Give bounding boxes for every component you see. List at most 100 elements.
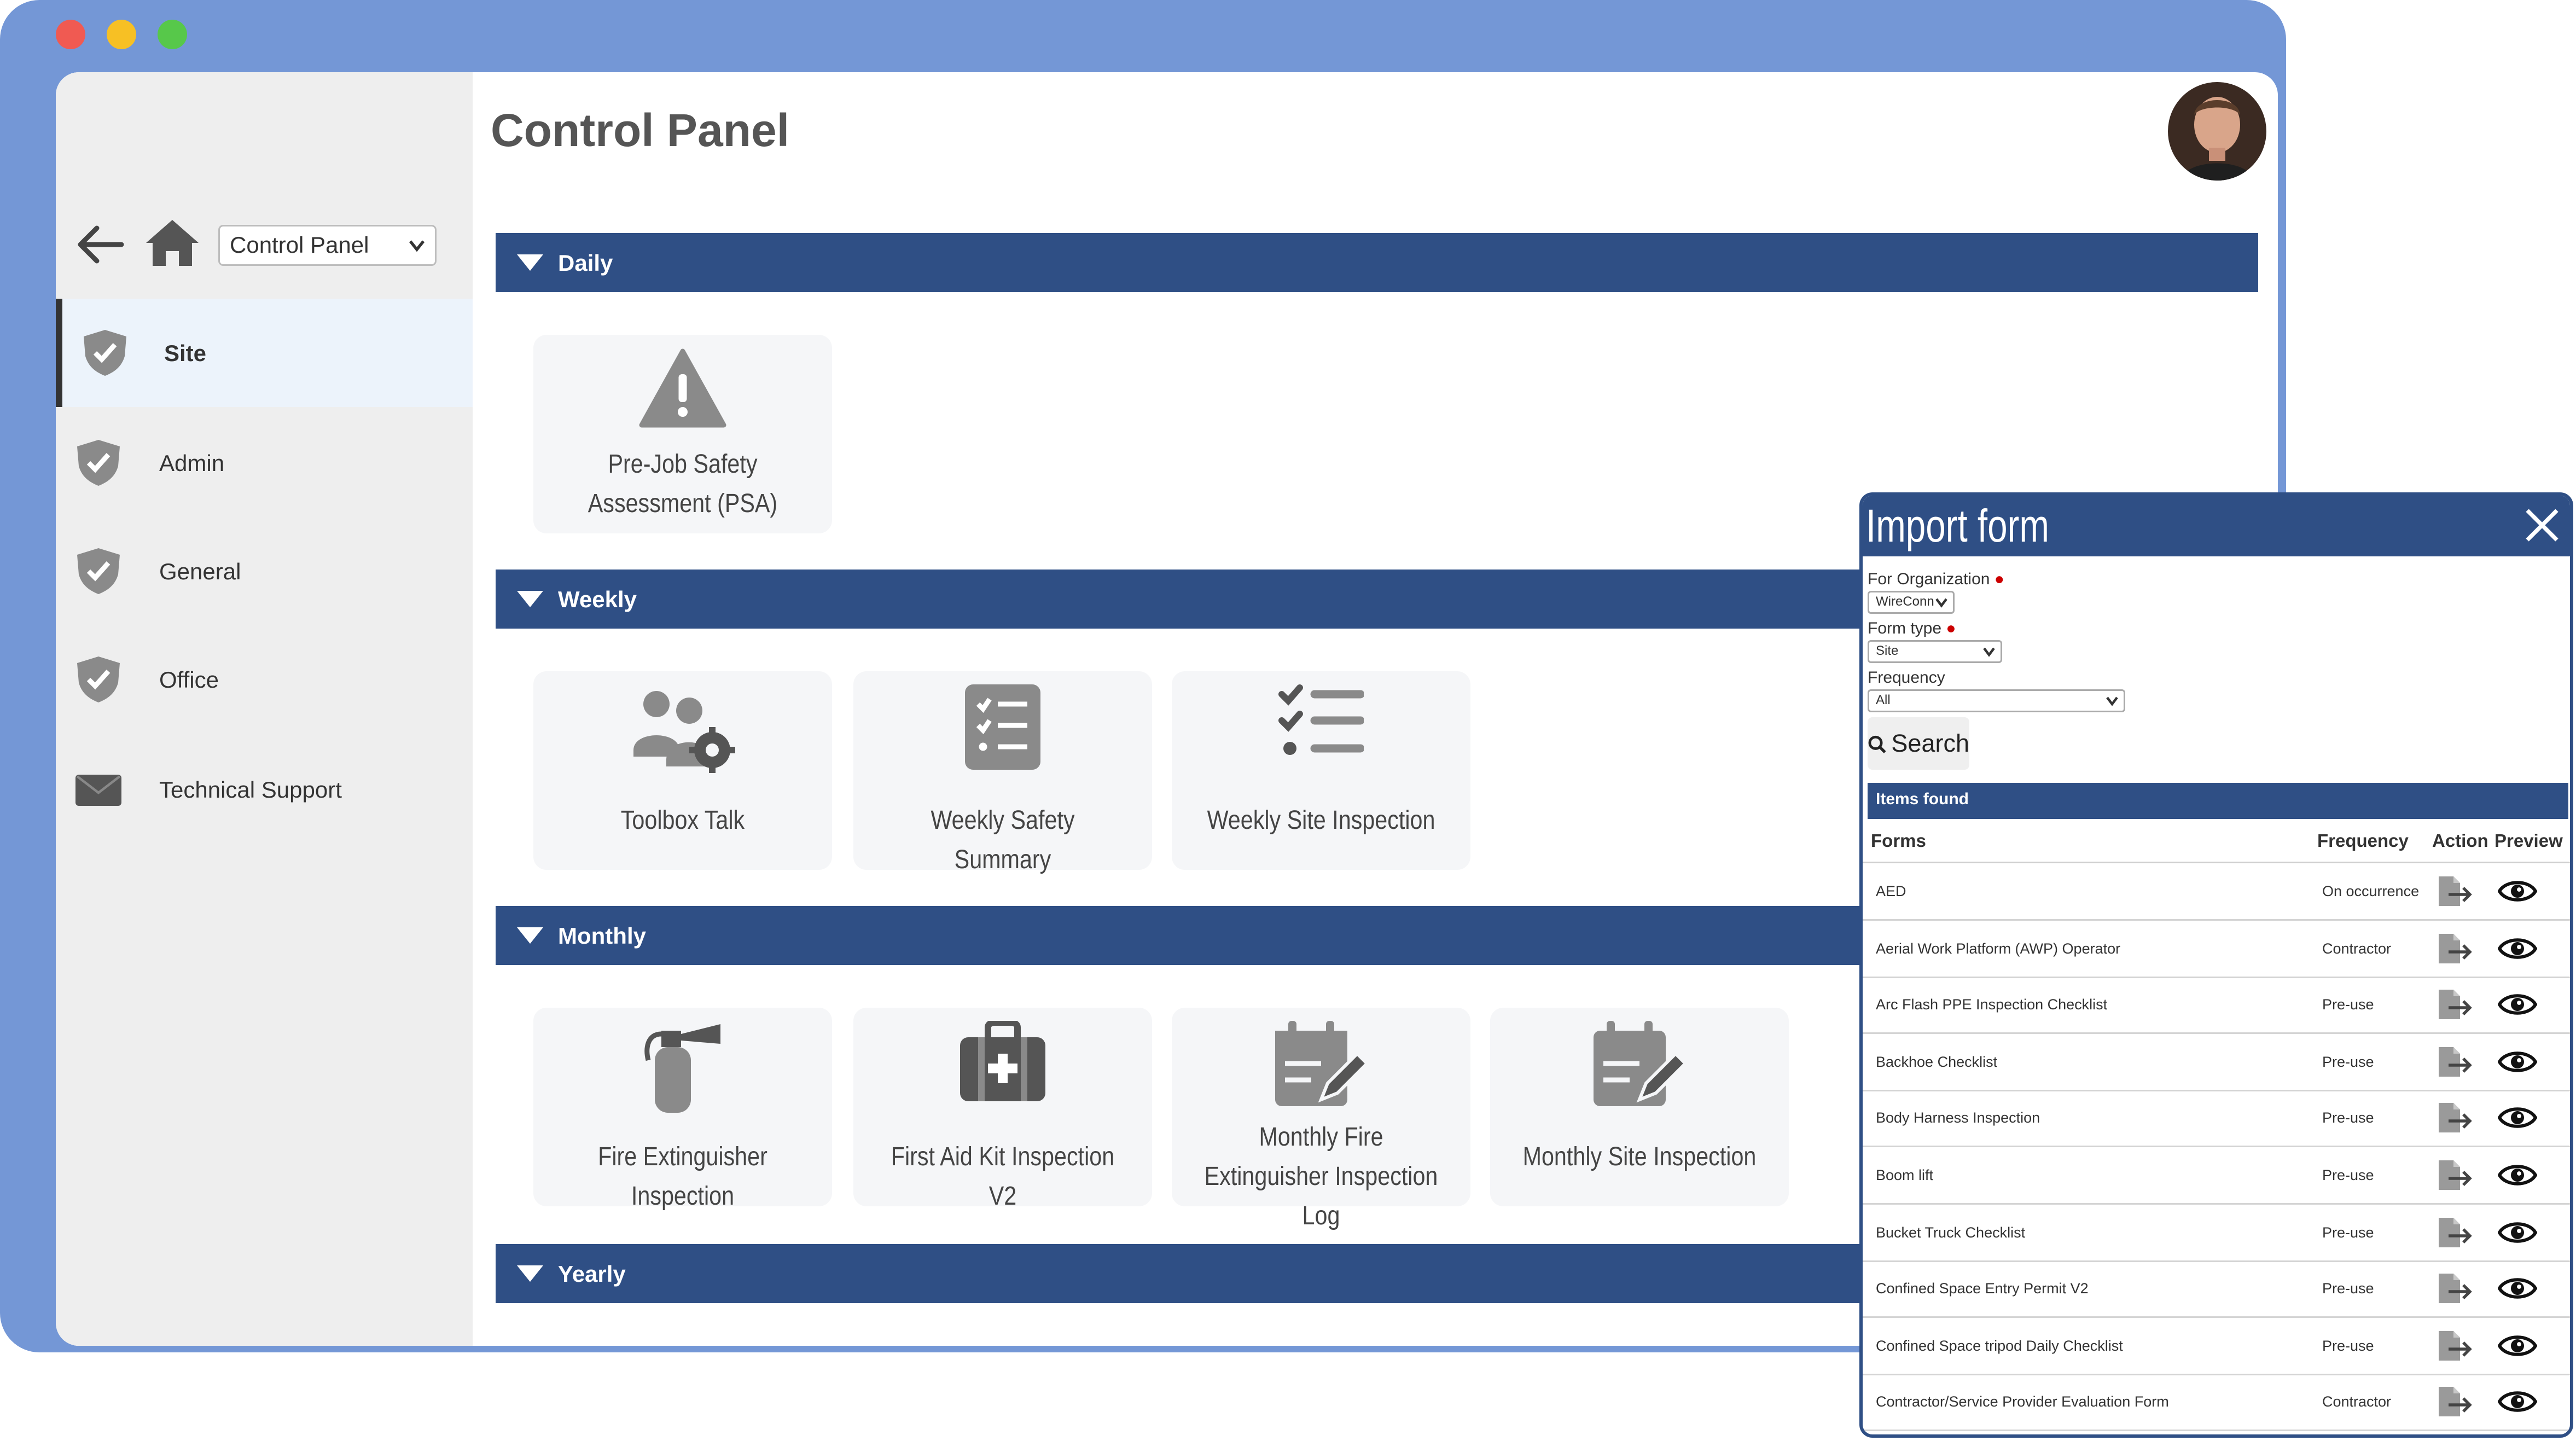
organization-label-text: For Organization: [1868, 571, 1990, 589]
sidebar-item-general[interactable]: General: [56, 517, 473, 625]
table-row: Backhoe Checklist Pre-use: [1863, 1033, 2570, 1091]
form-frequency: Pre-use: [2322, 1337, 2374, 1354]
frequency-select[interactable]: All: [1868, 689, 2125, 712]
page-select-value: Control Panel: [230, 231, 369, 258]
form-frequency: Pre-use: [2322, 1053, 2374, 1070]
window-close-button[interactable]: [56, 20, 85, 49]
sidebar-item-site[interactable]: Site: [56, 299, 473, 407]
preview-eye-icon[interactable]: [2497, 933, 2538, 963]
column-action: Action: [2432, 832, 2488, 852]
form-card-label: Monthly Fire Extinguisher Inspection Log: [1204, 1124, 1438, 1231]
form-frequency: On occurrence: [2322, 883, 2420, 899]
form-frequency: Pre-use: [2322, 1280, 2374, 1297]
form-card-toolbox-talk[interactable]: Toolbox Talk: [533, 671, 832, 870]
table-header: Forms Frequency Action Preview: [1863, 826, 2570, 863]
dialog-title: Import form: [1866, 501, 2049, 551]
form-name: Arc Flash PPE Inspection Checklist: [1876, 996, 2108, 1013]
required-marker: ●: [1994, 571, 2004, 589]
form-name: Bucket Truck Checklist: [1876, 1223, 2026, 1240]
shield-check-icon: [77, 548, 120, 594]
form-card-first-aid-kit[interactable]: First Aid Kit Inspection V2: [853, 1008, 1152, 1211]
sidebar-item-admin[interactable]: Admin: [56, 409, 473, 517]
frequency-select-value: All: [1876, 693, 1891, 707]
form-frequency: Pre-use: [2322, 1223, 2374, 1240]
shield-check-icon: [84, 330, 126, 376]
section-header-daily[interactable]: Daily: [496, 233, 2258, 292]
table-row: Confined Space Entry Permit V2 Pre-use: [1863, 1261, 2570, 1318]
table-row: Contractor/Service Provider Evaluation F…: [1863, 1374, 2570, 1432]
organization-select-value: WireConn: [1876, 594, 1934, 609]
chevron-down-icon: [409, 240, 425, 252]
preview-eye-icon[interactable]: [2497, 1330, 2538, 1360]
preview-eye-icon[interactable]: [2497, 1217, 2538, 1247]
preview-eye-icon[interactable]: [2497, 990, 2538, 1020]
caret-down-icon: [517, 591, 543, 607]
envelope-icon: [75, 775, 121, 806]
form-card-fire-extinguisher-inspection[interactable]: Fire Extinguisher Inspection: [533, 1008, 832, 1211]
sidebar-item-technical-support[interactable]: Technical Support: [56, 735, 473, 844]
import-action-icon[interactable]: [2437, 989, 2473, 1021]
users-gear-icon: [633, 691, 735, 773]
shield-check-icon: [77, 440, 120, 486]
section-label: Daily: [558, 249, 613, 276]
import-action-icon[interactable]: [2437, 1216, 2473, 1248]
table-row: Boom lift Pre-use: [1863, 1147, 2570, 1205]
sidebar-item-office[interactable]: Office: [56, 625, 473, 734]
preview-eye-icon[interactable]: [2497, 1047, 2538, 1076]
check-list-icon: [1278, 684, 1364, 755]
form-card-monthly-site-inspection[interactable]: Monthly Site Inspection: [1490, 1008, 1789, 1206]
first-aid-kit-icon: [960, 1021, 1045, 1101]
sidebar-item-label: Site: [164, 340, 207, 366]
form-frequency: Pre-use: [2322, 996, 2374, 1013]
form-card-weekly-safety-summary[interactable]: Weekly Safety Summary: [853, 671, 1152, 875]
caret-down-icon: [517, 1265, 543, 1282]
checklist-clipboard-icon: [965, 684, 1040, 770]
form-card-label: Toolbox Talk: [620, 807, 745, 835]
preview-eye-icon[interactable]: [2497, 1103, 2538, 1133]
form-card-label: Fire Extinguisher Inspection: [598, 1144, 767, 1211]
preview-eye-icon[interactable]: [2497, 1274, 2538, 1304]
form-card-label: Weekly Safety Summary: [931, 807, 1075, 875]
preview-eye-icon[interactable]: [2497, 1387, 2538, 1417]
column-frequency: Frequency: [2317, 832, 2409, 852]
preview-eye-icon[interactable]: [2497, 1160, 2538, 1190]
form-type-select[interactable]: Site: [1868, 640, 2002, 663]
import-action-icon[interactable]: [2437, 1102, 2473, 1135]
import-action-icon[interactable]: [2437, 1329, 2473, 1362]
window-minimize-button[interactable]: [107, 20, 136, 49]
search-button[interactable]: Search: [1868, 717, 1969, 770]
organization-select[interactable]: WireConn: [1868, 591, 1955, 614]
form-card-psa[interactable]: Pre-Job Safety Assessment (PSA): [533, 335, 832, 533]
caret-down-icon: [517, 927, 543, 944]
sidebar: Control Panel Site Admin General Office …: [56, 72, 473, 1346]
form-card-label: First Aid Kit Inspection V2: [891, 1144, 1115, 1211]
chevron-down-icon: [1983, 647, 1995, 657]
form-card-weekly-site-inspection[interactable]: Weekly Site Inspection: [1172, 671, 1470, 870]
form-name: AED: [1876, 883, 1906, 899]
home-icon[interactable]: [144, 217, 200, 269]
import-action-icon[interactable]: [2437, 1273, 2473, 1305]
page-select[interactable]: Control Panel: [218, 225, 437, 266]
form-card-monthly-fire-extinguisher-log[interactable]: Monthly Fire Extinguisher Inspection Log: [1172, 1008, 1470, 1231]
back-arrow-icon[interactable]: [75, 223, 125, 266]
preview-eye-icon[interactable]: [2497, 876, 2538, 906]
import-action-icon[interactable]: [2437, 1386, 2473, 1419]
sidebar-item-label: Office: [159, 666, 219, 693]
form-type-label: Form type ●: [1868, 620, 1956, 638]
calendar-edit-icon: [1594, 1021, 1688, 1106]
calendar-edit-icon: [1275, 1021, 1370, 1106]
form-type-label-text: Form type: [1868, 620, 1942, 638]
form-frequency: Pre-use: [2322, 1110, 2374, 1127]
window-maximize-button[interactable]: [158, 20, 187, 49]
form-card-label: Pre-Job Safety Assessment (PSA): [588, 451, 778, 519]
items-found-bar: Items found: [1868, 783, 2568, 819]
close-icon[interactable]: [2521, 504, 2563, 547]
import-action-icon[interactable]: [2437, 1045, 2473, 1078]
import-action-icon[interactable]: [2437, 875, 2473, 908]
form-name: Backhoe Checklist: [1876, 1053, 1998, 1070]
avatar[interactable]: [2168, 82, 2266, 181]
import-action-icon[interactable]: [2437, 1159, 2473, 1192]
form-name: Boom lift: [1876, 1167, 1934, 1183]
import-action-icon[interactable]: [2437, 932, 2473, 964]
frequency-label: Frequency: [1868, 670, 1945, 688]
